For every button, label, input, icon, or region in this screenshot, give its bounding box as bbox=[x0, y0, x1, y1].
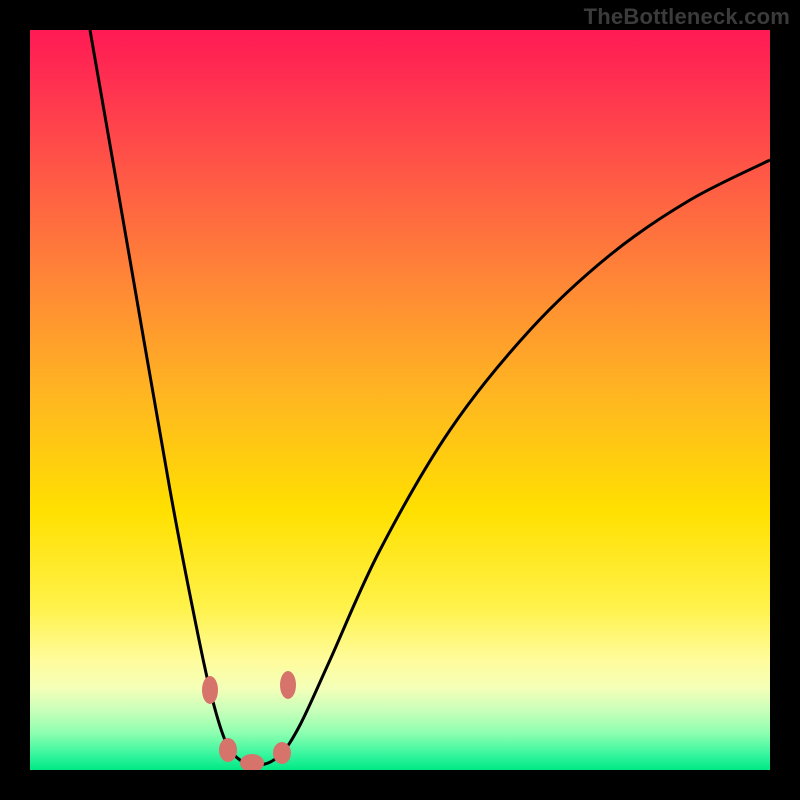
curve-marker bbox=[219, 738, 237, 762]
curve-svg bbox=[30, 30, 770, 770]
chart-frame bbox=[30, 30, 770, 770]
curve-marker bbox=[240, 754, 264, 770]
watermark-text: TheBottleneck.com bbox=[584, 4, 790, 30]
curve-markers bbox=[202, 671, 296, 770]
curve-marker bbox=[202, 676, 218, 704]
curve-marker bbox=[280, 671, 296, 699]
bottleneck-curve bbox=[90, 30, 770, 765]
curve-marker bbox=[273, 742, 291, 764]
